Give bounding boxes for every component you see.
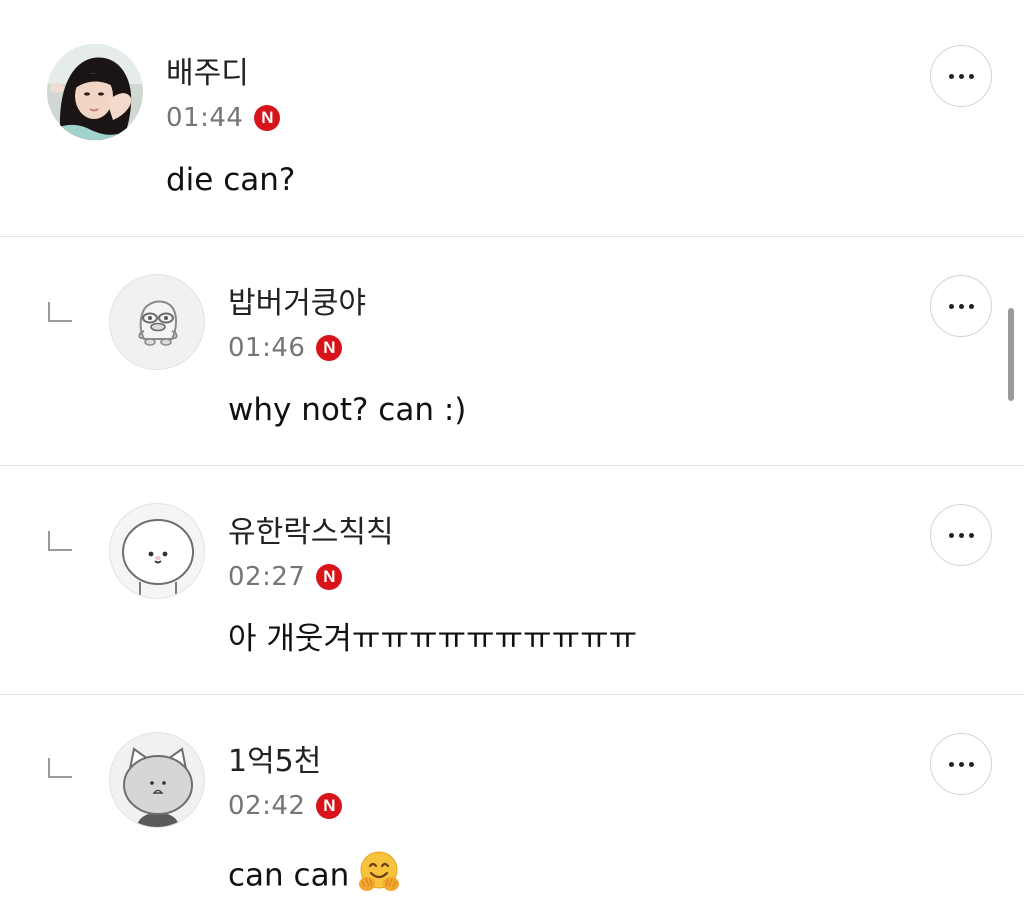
more-dots-icon (948, 73, 954, 79)
comment-meta: 01:44 N (166, 102, 281, 134)
round-face-character-icon (122, 519, 194, 598)
avatar[interactable] (109, 503, 205, 599)
avatar[interactable] (47, 44, 143, 140)
reply-arrow-icon (48, 302, 72, 322)
more-options-button[interactable] (930, 275, 992, 337)
new-badge-icon: N (316, 564, 343, 590)
new-badge-icon: N (316, 335, 343, 361)
new-badge-icon: N (316, 793, 343, 819)
comment-meta: 02:27 N (228, 561, 343, 593)
nickname[interactable]: 유한락스칙칙 (228, 515, 394, 551)
comment-time: 02:27 (228, 562, 306, 592)
comment-text: 아 개웃겨ㅠㅠㅠㅠㅠㅠㅠㅠㅠㅠ (228, 621, 638, 657)
comment-list: 배주디 01:44 N die can? 밥버거쿵야 01:46 N why n… (0, 0, 1024, 912)
reply-item: 밥버거쿵야 01:46 N why not? can :) (0, 238, 1024, 466)
comment-time: 02:42 (228, 791, 306, 821)
comment-text: die can? (166, 162, 296, 198)
comment-meta: 02:42 N (228, 790, 343, 822)
reply-arrow-icon (48, 758, 72, 778)
more-dots-icon (948, 761, 954, 767)
scrollbar-thumb[interactable] (1008, 308, 1014, 401)
more-dots-icon (948, 303, 954, 309)
comment-text: can can (228, 848, 403, 906)
hugging-face-emoji-icon (355, 848, 403, 906)
reply-item: 1억5천 02:42 N can can (0, 696, 1024, 912)
nickname[interactable]: 밥버거쿵야 (228, 286, 366, 322)
nickname[interactable]: 배주디 (166, 56, 249, 92)
reply-item: 유한락스칙칙 02:27 N 아 개웃겨ㅠㅠㅠㅠㅠㅠㅠㅠㅠㅠ (0, 467, 1024, 695)
photo-avatar-woman (47, 44, 143, 140)
more-options-button[interactable] (930, 504, 992, 566)
nickname[interactable]: 1억5천 (228, 744, 321, 780)
reply-arrow-icon (48, 531, 72, 551)
avatar[interactable] (109, 732, 205, 828)
cat-character-icon (123, 747, 193, 827)
more-options-button[interactable] (930, 45, 992, 107)
comment-text: why not? can :) (228, 392, 467, 428)
new-badge-icon: N (254, 105, 281, 131)
comment-meta: 01:46 N (228, 332, 343, 364)
more-options-button[interactable] (930, 733, 992, 795)
comment-time: 01:44 (166, 103, 244, 133)
comment-text-content: can can (228, 857, 350, 894)
comment-time: 01:46 (228, 333, 306, 363)
comment-item: 배주디 01:44 N die can? (0, 0, 1024, 237)
more-dots-icon (948, 532, 954, 538)
avatar[interactable] (109, 274, 205, 370)
duck-character-icon (138, 300, 178, 346)
